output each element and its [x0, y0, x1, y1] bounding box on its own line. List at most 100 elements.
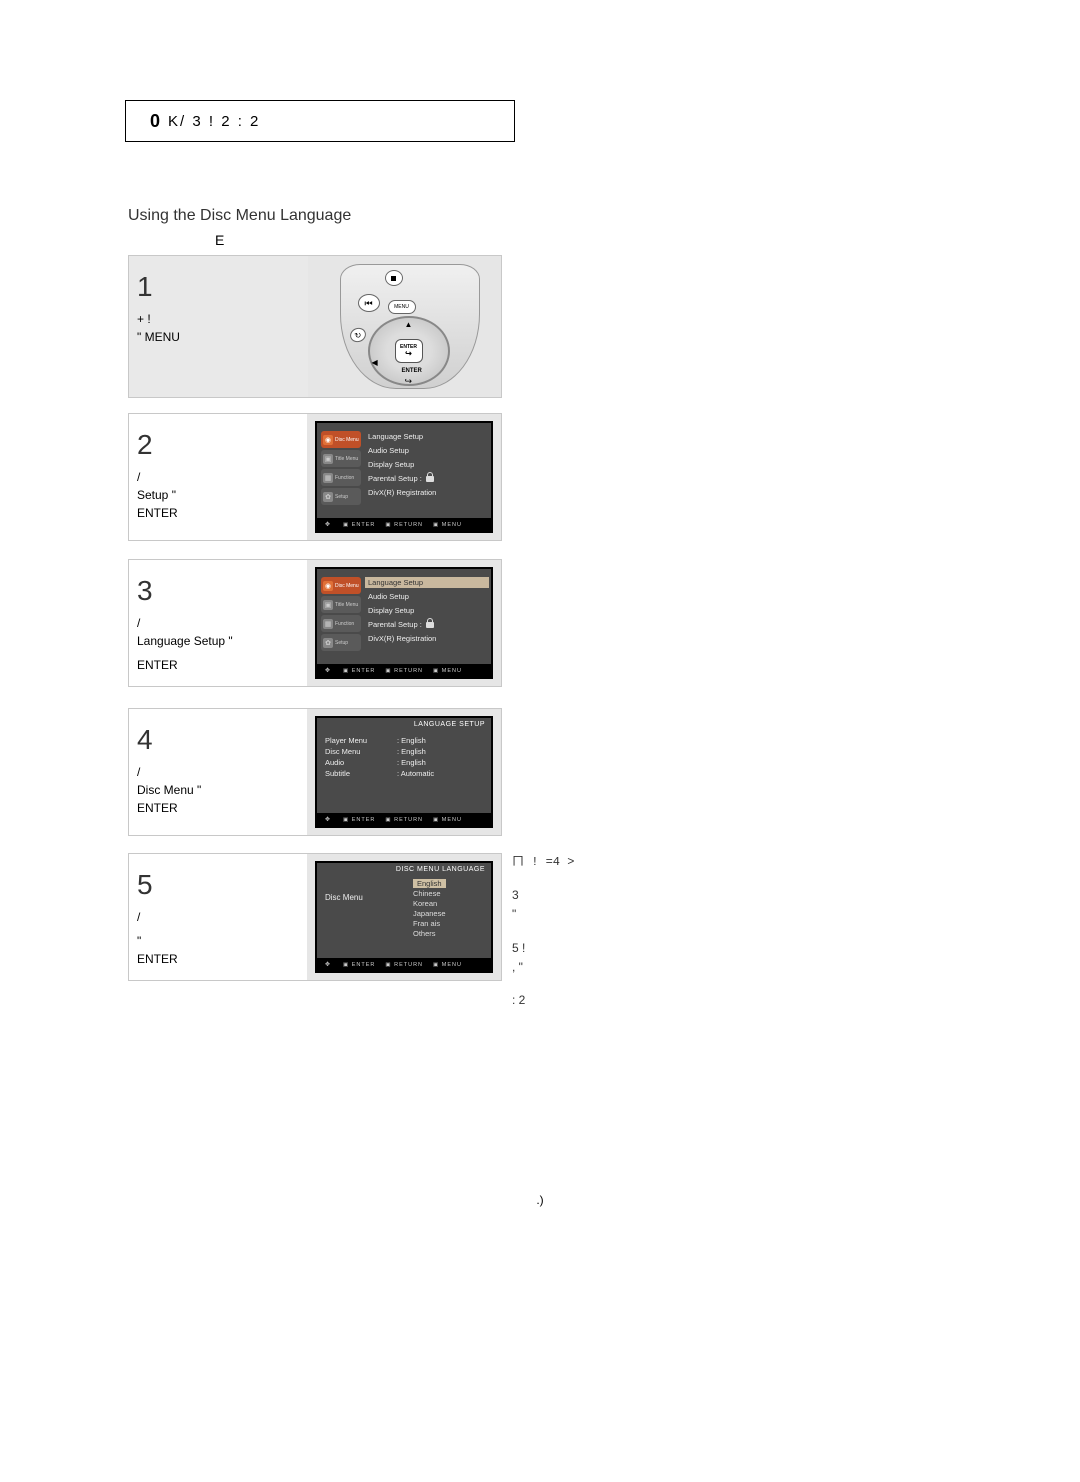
nav-cross-icon: ✥ [323, 816, 333, 824]
step-5-number: 5 [137, 864, 299, 906]
osd-side-title-menu: ▣Title Menu [321, 450, 361, 467]
disc-icon: ◉ [323, 581, 333, 591]
step-3-number: 3 [137, 570, 299, 612]
step-1-illustration: ⏮ MENU ↻ ▲ ◀ ENTER ↪ ENTER ↪ [308, 256, 501, 397]
step-4-text: 4 / Disc Menu " ENTER [129, 709, 307, 835]
chapter-rest: K/ 3 ! 2 : 2 [168, 113, 260, 130]
step-1-line1: + ! [137, 310, 300, 328]
nav-left-icon: ◀ [372, 358, 378, 367]
footer-return-3: ▣ RETURN [385, 668, 423, 674]
osd-main-list-3: Language Setup Audio Setup Display Setup… [365, 577, 489, 644]
step-2-number: 2 [137, 424, 299, 466]
osd-kv-audio: Audio: English [325, 758, 483, 767]
step-3-illustration: ◉Disc Menu ▣Title Menu ▦Function ✿Setup … [307, 560, 501, 686]
step-3-text: 3 / Language Setup " ENTER [129, 560, 307, 686]
step-1-number: 1 [137, 266, 300, 308]
osd-side-setup: ✿Setup [321, 488, 361, 505]
nav-cross-icon: ✥ [323, 521, 333, 529]
footer-return-4: ▣ RETURN [385, 817, 423, 823]
footer-enter-5: ▣ ENTER [343, 962, 375, 968]
footer-menu-3: ▣ MENU [433, 668, 462, 674]
osd-lang-list: Player Menu: English Disc Menu: English … [325, 736, 483, 778]
osd-row-parental-3: Parental Setup : [365, 619, 489, 630]
sidenote-3: 5 ! , " [512, 939, 712, 977]
lang-chinese: Chinese [413, 889, 446, 898]
osd-side-setup-3: ✿Setup [321, 634, 361, 651]
step-5: 5 / " ENTER DISC MENU LANGUAGE Disc Menu… [128, 853, 502, 981]
osd-kv-player: Player Menu: English [325, 736, 483, 745]
osd-row-audio-3: Audio Setup [365, 591, 489, 602]
enter-label-text: ENTER [402, 368, 422, 374]
side-notes: ㄇ ! =4 > 3 " 5 ! , " : 2 [512, 853, 712, 1024]
osd-sidebar-3: ◉Disc Menu ▣Title Menu ▦Function ✿Setup [321, 577, 361, 651]
nav-up-icon: ▲ [405, 320, 413, 329]
osd-main-list: Language Setup Audio Setup Display Setup… [365, 431, 489, 498]
enter-glyph-icon: ↪ [405, 376, 413, 387]
footer-menu-5: ▣ MENU [433, 962, 462, 968]
enter-button-icon: ↪ [405, 350, 412, 358]
title-icon: ▣ [323, 600, 333, 610]
osd-row-display: Display Setup [365, 459, 489, 470]
step-2-line2: Setup " [137, 486, 299, 504]
sidenote-1: ㄇ ! =4 > [512, 853, 712, 872]
function-icon: ▦ [323, 473, 333, 483]
step-2-text: 2 / Setup " ENTER [129, 414, 307, 540]
gear-icon: ✿ [323, 492, 333, 502]
osd-discmenu-label: Disc Menu [325, 893, 363, 902]
lang-japanese: Japanese [413, 909, 446, 918]
osd-sidebar: ◉Disc Menu ▣Title Menu ▦Function ✿Setup [321, 431, 361, 505]
footer-enter-3: ▣ ENTER [343, 668, 375, 674]
lock-icon [426, 622, 434, 628]
step-2-line1: / [137, 468, 299, 486]
gear-icon: ✿ [323, 638, 333, 648]
step-4-number: 4 [137, 719, 299, 761]
enter-button: ENTER ↪ [395, 339, 423, 363]
menu-button: MENU [388, 300, 416, 314]
function-icon: ▦ [323, 619, 333, 629]
step-5-illustration: DISC MENU LANGUAGE Disc Menu English Chi… [307, 854, 501, 980]
lang-korean: Korean [413, 899, 446, 908]
chapter-header: 0 K/ 3 ! 2 : 2 [125, 100, 515, 142]
nav-cross-icon: ✥ [323, 961, 333, 969]
step-4-line2: Disc Menu " [137, 781, 299, 799]
step-2: 2 / Setup " ENTER ◉Disc Menu ▣Title Menu… [128, 413, 502, 541]
step-3-line1: / [137, 614, 299, 632]
osd-disc-menu-language: DISC MENU LANGUAGE Disc Menu English Chi… [315, 861, 493, 973]
nav-cross-icon: ✥ [323, 667, 333, 675]
step-1-line2: " MENU [137, 328, 300, 346]
osd-row-divx: DivX(R) Registration [365, 487, 489, 498]
title-icon: ▣ [323, 454, 333, 464]
osd-setup-menu-hi: ◉Disc Menu ▣Title Menu ▦Function ✿Setup … [315, 567, 493, 679]
footer-enter-4: ▣ ENTER [343, 817, 375, 823]
osd-kv-subtitle: Subtitle: Automatic [325, 769, 483, 778]
page-subtitle: E [215, 232, 224, 248]
step-5-line2: " [137, 932, 299, 950]
osd-side-function: ▦Function [321, 469, 361, 486]
osd-language-list: English Chinese Korean Japanese Fran ais… [413, 879, 446, 938]
osd-side-disc-menu: ◉Disc Menu [321, 431, 361, 448]
step-2-illustration: ◉Disc Menu ▣Title Menu ▦Function ✿Setup … [307, 414, 501, 540]
lang-others: Others [413, 929, 446, 938]
prev-button-icon: ⏮ [358, 294, 380, 312]
step-3-line3: ENTER [137, 656, 299, 674]
lang-english: English [413, 879, 446, 888]
footer-return-5: ▣ RETURN [385, 962, 423, 968]
step-4-line1: / [137, 763, 299, 781]
lock-icon [426, 476, 434, 482]
footer-menu-4: ▣ MENU [433, 817, 462, 823]
step-2-line3: ENTER [137, 504, 299, 522]
step-1: 1 + ! " MENU ⏮ MENU ↻ ▲ ◀ ENTER ↪ ENTER … [128, 255, 502, 398]
footer-menu: ▣ MENU [433, 522, 462, 528]
step-3-line2: Language Setup " [137, 632, 299, 650]
step-5-line3: ENTER [137, 950, 299, 968]
osd-side-disc-menu-3: ◉Disc Menu [321, 577, 361, 594]
disc-icon: ◉ [323, 435, 333, 445]
osd-footer: ✥ ▣ ENTER ▣ RETURN ▣ MENU [317, 518, 491, 531]
sidenote-2: 3 " [512, 886, 712, 924]
step-4-illustration: LANGUAGE SETUP Player Menu: English Disc… [307, 709, 501, 835]
osd-row-divx-3: DivX(R) Registration [365, 633, 489, 644]
osd-row-language-hi: Language Setup [365, 577, 489, 588]
page-number: .) [536, 1193, 543, 1207]
step-3: 3 / Language Setup " ENTER ◉Disc Menu ▣T… [128, 559, 502, 687]
osd-footer-4: ✥ ▣ ENTER ▣ RETURN ▣ MENU [317, 813, 491, 826]
